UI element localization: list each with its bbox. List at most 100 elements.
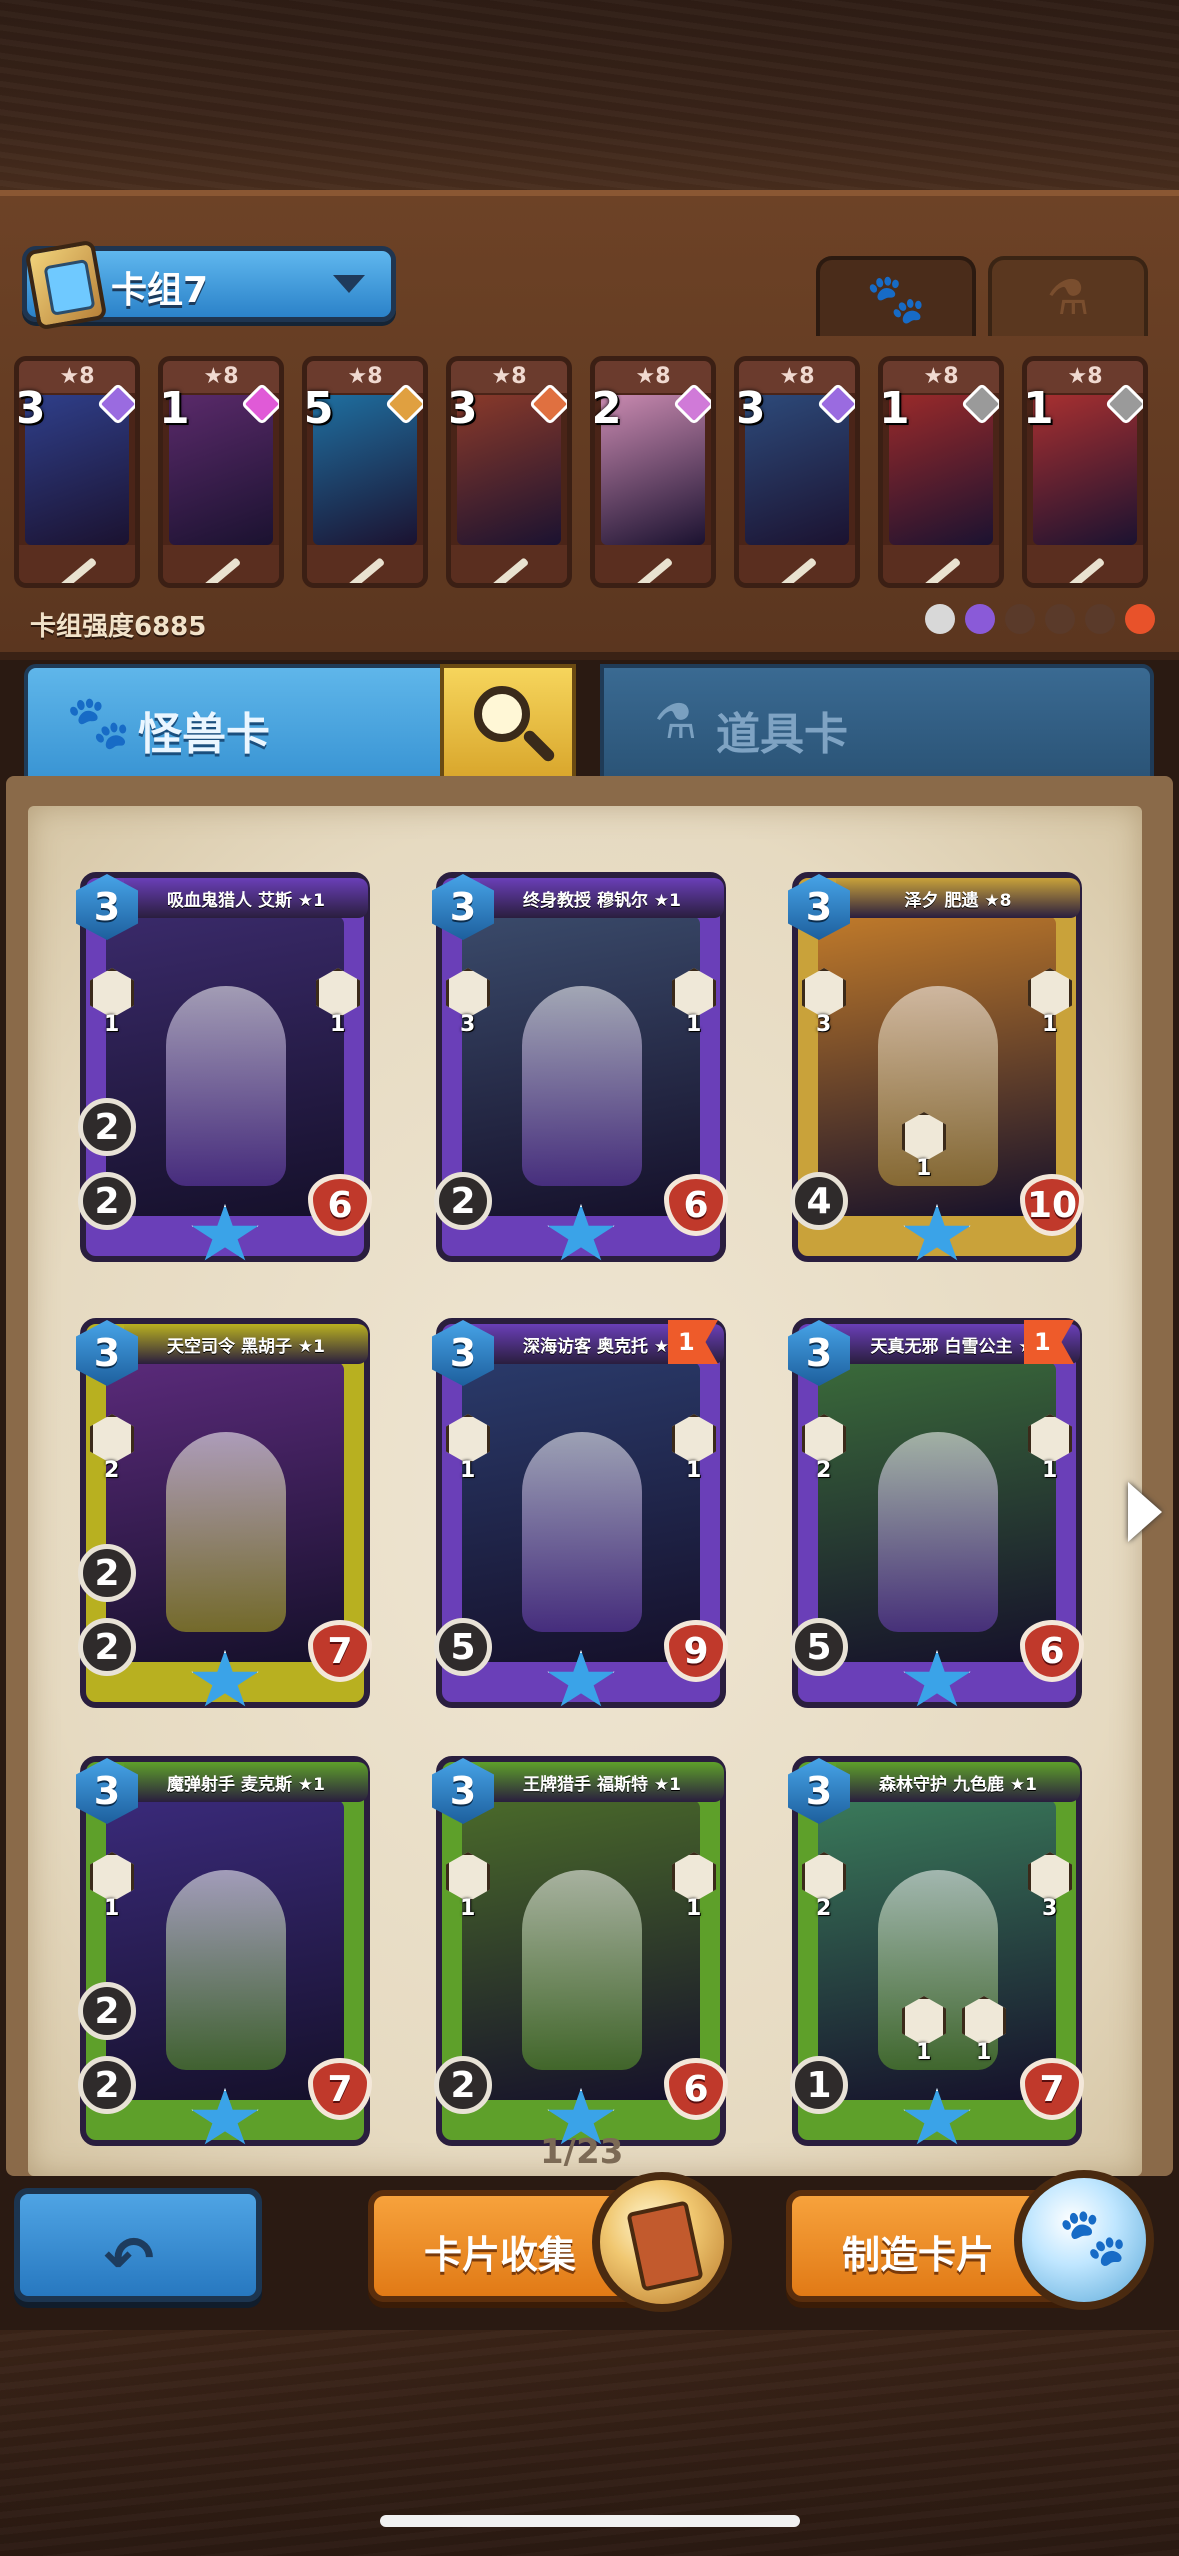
card-name-banner: 泽夕 肥遗 ★8: [836, 878, 1080, 918]
card-name-banner: 吸血鬼猎人 艾斯 ★1: [124, 878, 368, 918]
card-art: [106, 916, 344, 1216]
card-stat-b: 5: [790, 1618, 848, 1676]
deck-card-count: 3: [735, 383, 766, 434]
card-art: [462, 1362, 700, 1662]
deck-card-count: 1: [879, 383, 910, 434]
monster-card[interactable]: 天空司令 黑胡子 ★1 3 7 2 2 2: [76, 1318, 372, 1718]
card-name: 魔弹射手 麦克斯 ★1: [167, 1774, 325, 1795]
element-icon: [1085, 604, 1115, 634]
card-collection-label: 卡片收集: [424, 2233, 577, 2277]
skill-count: 1: [686, 1896, 702, 1921]
card-name: 天真无邪 白雪公主 ★8: [870, 1336, 1046, 1357]
element-icon: [1045, 604, 1075, 634]
tab-item-label: 道具卡: [716, 709, 848, 760]
card-stat-b: 2: [78, 1618, 136, 1676]
card-art: [106, 1362, 344, 1662]
card-stat-a: 2: [78, 1544, 136, 1602]
card-name-banner: 终身教授 穆钒尔 ★1: [480, 878, 724, 918]
monster-card[interactable]: 森林守护 九色鹿 ★1 3 7 1 2 3 1 1: [788, 1756, 1084, 2156]
skill-count: 1: [1042, 1012, 1058, 1037]
card-name-banner: 森林守护 九色鹿 ★1: [836, 1762, 1080, 1802]
flask-icon: ⚗: [654, 694, 698, 750]
deck-card[interactable]: ★8 1: [1022, 356, 1148, 588]
card-stat-b: 5: [434, 1618, 492, 1676]
card-stat-a: 2: [78, 1982, 136, 2040]
search-button[interactable]: [440, 664, 576, 776]
card-stat-b: 2: [78, 1172, 136, 1230]
deck-card[interactable]: ★8 2: [590, 356, 716, 588]
card-art: [818, 1800, 1056, 2100]
card-name: 天空司令 黑胡子 ★1: [167, 1336, 325, 1357]
paw-icon: 🐾: [1058, 2205, 1128, 2270]
skill-count: 1: [686, 1458, 702, 1483]
monster-card[interactable]: 终身教授 穆钒尔 ★1 3 6 2 3 1: [432, 872, 728, 1272]
skill-count: 2: [816, 1458, 832, 1483]
paw-icon: 🐾: [66, 693, 131, 753]
deck-strength: 卡组强度6885: [30, 612, 207, 642]
card-art: [818, 1362, 1056, 1662]
card-name: 森林守护 九色鹿 ★1: [879, 1774, 1037, 1795]
deck-card[interactable]: ★8 5: [302, 356, 428, 588]
deck-card-count: 3: [447, 383, 478, 434]
page-indicator: 1/23: [540, 2132, 624, 2172]
card-collection-orb-icon[interactable]: [592, 2172, 732, 2312]
skill-count: 1: [104, 1896, 120, 1921]
tab-item-cards[interactable]: ⚗ 道具卡: [600, 664, 1154, 776]
craft-card-label: 制造卡片: [842, 2233, 995, 2277]
skill-count: 2: [104, 1458, 120, 1483]
monster-card[interactable]: 天真无邪 白雪公主 ★8 3 6 5 1 2 1: [788, 1318, 1084, 1718]
monster-card[interactable]: 深海访客 奥克托 ★8 3 9 5 1 1 1: [432, 1318, 728, 1718]
monster-card[interactable]: 王牌猎手 福斯特 ★1 3 6 2 1 1: [432, 1756, 728, 2156]
flask-icon: ⚗: [1046, 270, 1090, 326]
card-name-banner: 天空司令 黑胡子 ★1: [124, 1324, 368, 1364]
skill-count: 3: [816, 1012, 832, 1037]
skill-count: 1: [460, 1896, 476, 1921]
skill-count: 1: [460, 1458, 476, 1483]
element-icon: [1125, 604, 1155, 634]
collection-area: 吸血鬼猎人 艾斯 ★1 3 6 2 2 1 1 终身教授 穆钒尔 ★1 3 6 2 3 1 泽夕 肥遗 ★…: [28, 806, 1142, 2176]
deck-card[interactable]: ★8 3: [446, 356, 572, 588]
card-stat-b: 2: [434, 2056, 492, 2114]
skill-count: 1: [1042, 1458, 1058, 1483]
element-icons: [925, 604, 1155, 634]
card-name-banner: 王牌猎手 福斯特 ★1: [480, 1762, 724, 1802]
deck-selector-dropdown[interactable]: 卡组7: [22, 239, 396, 331]
monster-card[interactable]: 吸血鬼猎人 艾斯 ★1 3 6 2 2 1 1: [76, 872, 372, 1272]
back-button[interactable]: ↶: [14, 2188, 262, 2302]
search-icon: [474, 686, 530, 742]
deck-card[interactable]: ★8 3: [734, 356, 860, 588]
card-name: 深海访客 奥克托 ★8: [523, 1336, 681, 1357]
deck-name: 卡组7: [111, 270, 209, 311]
card-stat-b: 2: [78, 2056, 136, 2114]
card-name: 终身教授 穆钒尔 ★1: [523, 890, 681, 911]
skill-count: 3: [1042, 1896, 1058, 1921]
tab-monster-cards[interactable]: 🐾 怪兽卡: [24, 664, 444, 776]
card-art: [462, 1800, 700, 2100]
deck-tab-item[interactable]: ⚗: [988, 256, 1148, 336]
card-name-banner: 魔弹射手 麦克斯 ★1: [124, 1762, 368, 1802]
skill-count: 1: [330, 1012, 346, 1037]
skill-count: 1: [916, 2040, 932, 2065]
monster-card[interactable]: 泽夕 肥遗 ★8 3 10 4 3 1 1: [788, 872, 1084, 1272]
deck-card-count: 1: [159, 383, 190, 434]
next-page-arrow-icon[interactable]: [1128, 1482, 1162, 1542]
deck-card[interactable]: ★8 1: [878, 356, 1004, 588]
card-name: 王牌猎手 福斯特 ★1: [523, 1774, 681, 1795]
paw-icon: 🐾: [866, 270, 926, 327]
back-arrow-icon: ↶: [104, 2224, 155, 2294]
deck-card-count: 2: [591, 383, 622, 434]
tab-monster-label: 怪兽卡: [138, 709, 270, 760]
craft-potion-orb-icon[interactable]: 🐾: [1014, 2170, 1154, 2310]
card-art: [106, 1800, 344, 2100]
element-icon: [925, 604, 955, 634]
deck-card-row: ★8 3 ★8 1 ★8 5 ★8 3 ★8 2 ★8 3 ★8 1 ★8 1: [14, 356, 1174, 596]
card-name: 泽夕 肥遗 ★8: [904, 890, 1012, 911]
deck-card[interactable]: ★8 3: [14, 356, 140, 588]
monster-card[interactable]: 魔弹射手 麦克斯 ★1 3 7 2 2 1: [76, 1756, 372, 2156]
chevron-down-icon: [333, 275, 365, 293]
deck-tab-monster[interactable]: 🐾: [816, 256, 976, 336]
home-indicator: [380, 2515, 800, 2527]
deck-card-count: 5: [303, 383, 334, 434]
deck-card[interactable]: ★8 1: [158, 356, 284, 588]
skill-count: 3: [460, 1012, 476, 1037]
